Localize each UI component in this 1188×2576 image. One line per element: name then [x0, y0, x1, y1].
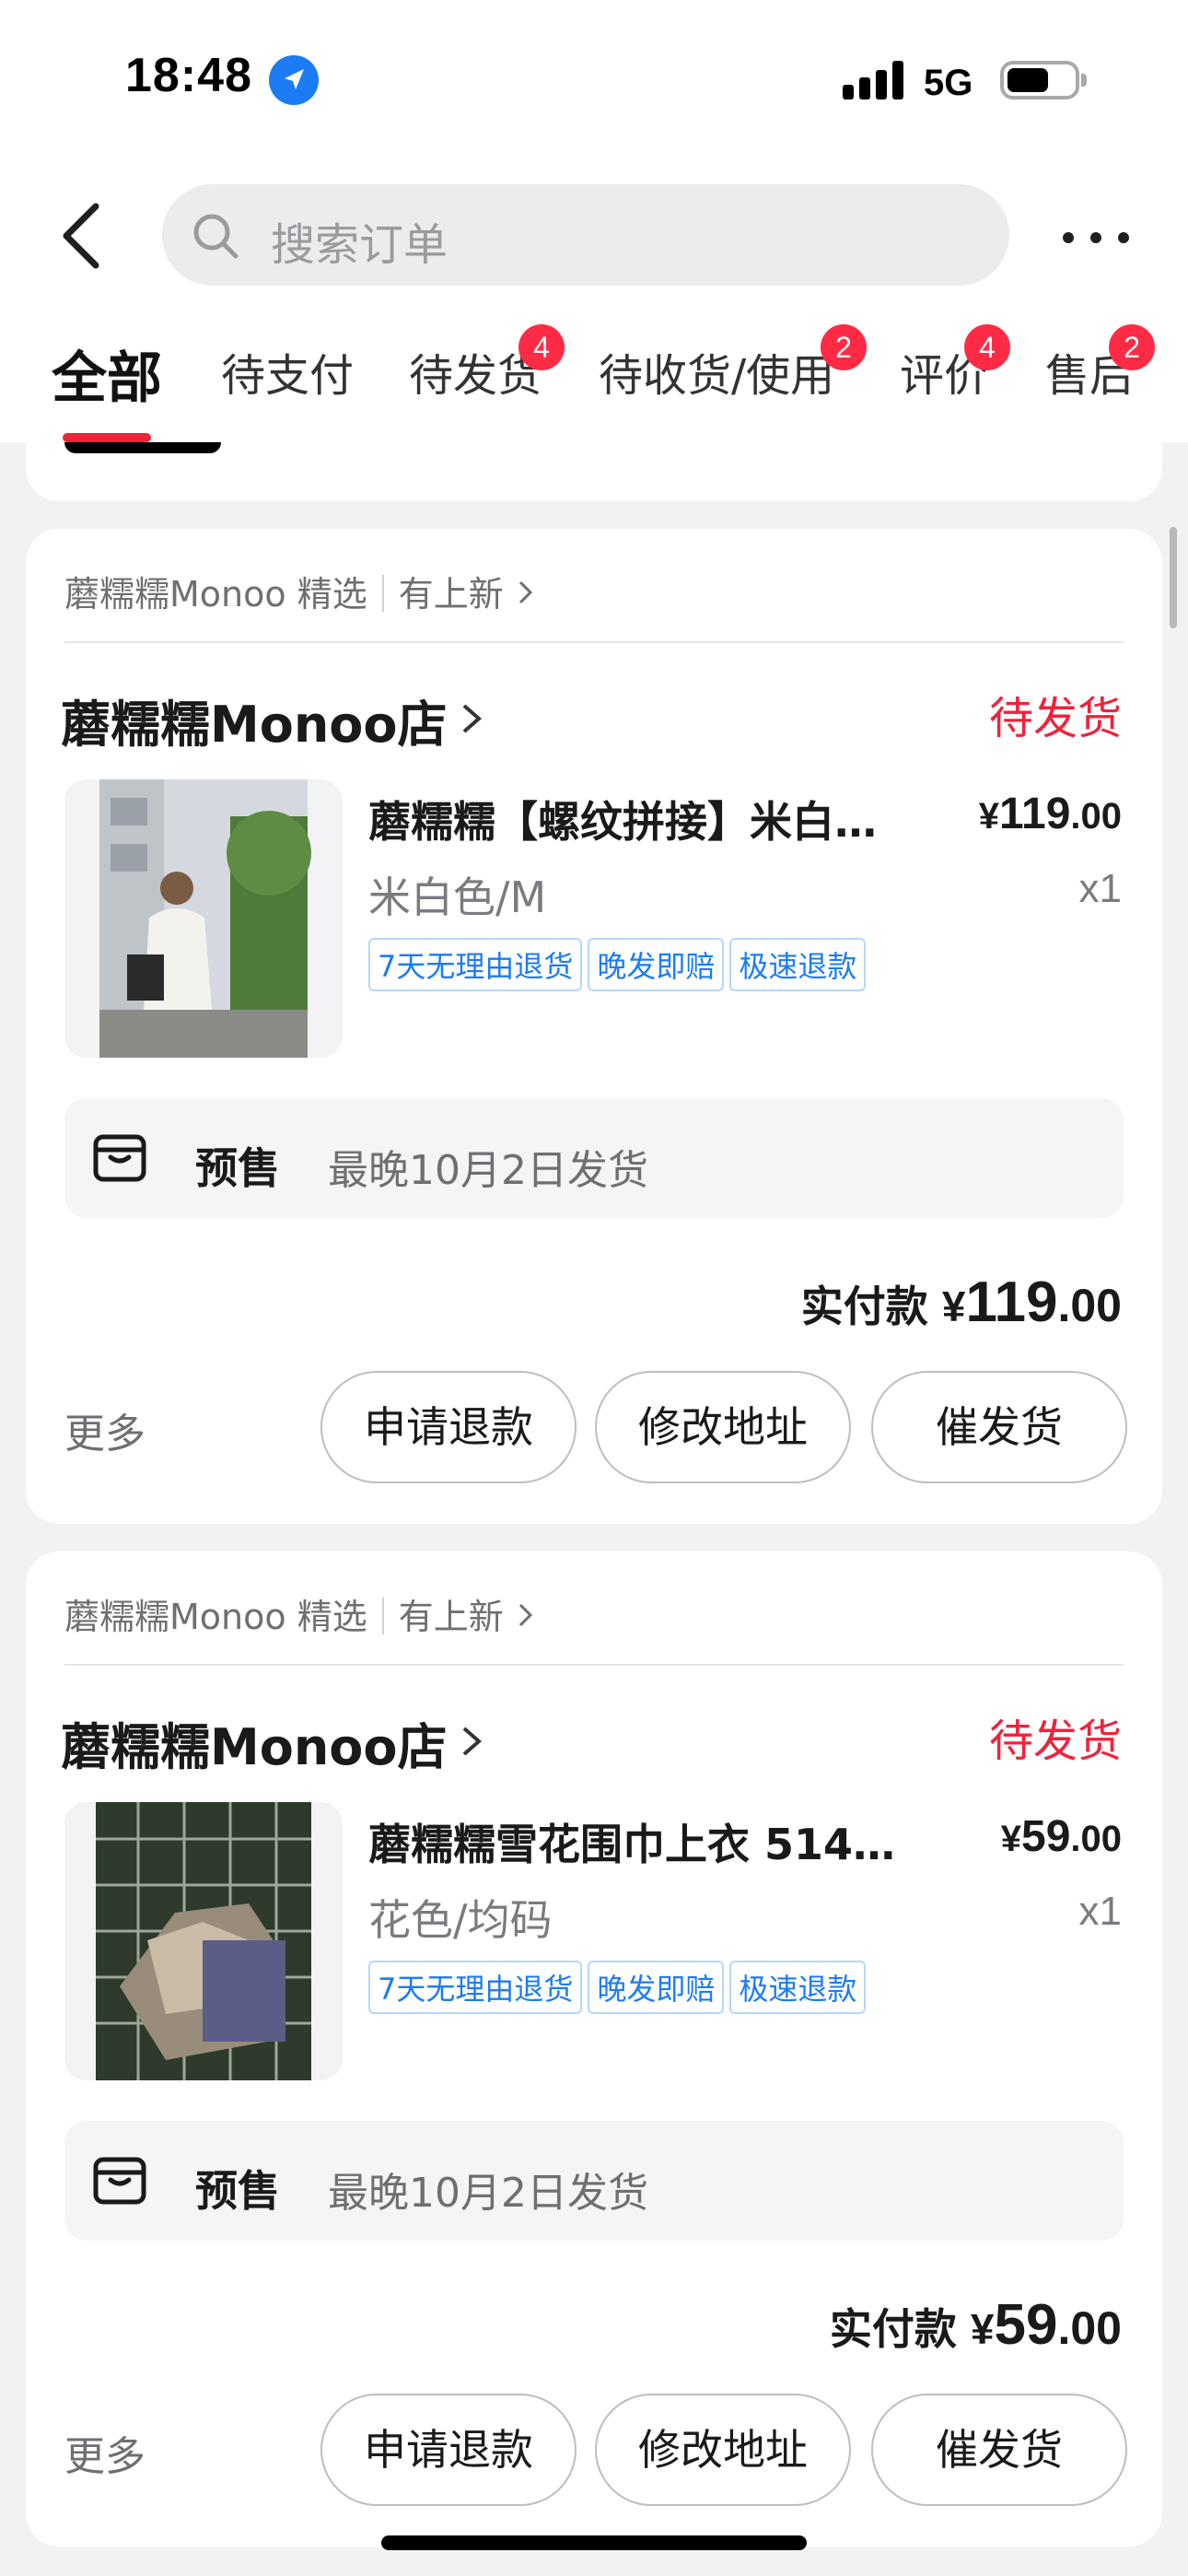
paid-amount: ¥119.00	[942, 1270, 1122, 1334]
price-currency: ¥	[1000, 1819, 1021, 1859]
tab-badge-review: 4	[964, 324, 1010, 370]
product-price: ¥59.00	[1001, 1811, 1122, 1862]
request-refund-button[interactable]: 申请退款	[320, 2394, 577, 2506]
location-arrow-icon	[269, 55, 319, 105]
more-actions-link[interactable]: 更多	[64, 1400, 146, 1459]
request-refund-button[interactable]: 申请退款	[320, 1371, 577, 1483]
service-tag: 晚发即赔	[588, 938, 725, 991]
presale-info-box: 预售 最晚10月2日发货	[64, 2121, 1124, 2241]
service-tags: 7天无理由退货 晚发即赔 极速退款	[368, 938, 871, 991]
search-icon	[190, 210, 241, 262]
store-tags-row[interactable]: 蘑糯糯Monoo 精选 有上新	[64, 1588, 542, 1639]
paid-label: 实付款	[829, 2304, 957, 2354]
product-thumbnail[interactable]	[64, 779, 343, 1058]
search-placeholder: 搜索订单	[271, 219, 448, 271]
back-chevron-icon[interactable]	[55, 201, 111, 271]
product-quantity: x1	[1078, 1889, 1122, 1934]
more-options-icon[interactable]	[1063, 217, 1136, 254]
service-tag: 7天无理由退货	[368, 938, 583, 991]
service-tag: 极速退款	[729, 1961, 867, 2014]
presale-ship-date: 最晚10月2日发货	[328, 2170, 648, 2217]
paid-decimal: .00	[1057, 2302, 1122, 2354]
price-integer: 59	[1021, 1812, 1071, 1861]
tab-badge-pending-receipt: 2	[821, 324, 867, 370]
shop-name[interactable]: 蘑糯糯Monoo店	[61, 1706, 447, 1779]
price-integer: 119	[998, 790, 1071, 838]
urge-shipment-button[interactable]: 催发货	[871, 2394, 1127, 2506]
paid-total: 实付款 ¥59.00	[830, 2292, 1122, 2358]
product-thumbnail[interactable]	[64, 1802, 343, 2080]
chevron-right-icon	[515, 1597, 542, 1637]
header: 18:48 5G 搜索订单 全部 待支付 待发货 4 待收货/使用 2 评价 4…	[0, 0, 1188, 442]
package-box-icon	[92, 2156, 147, 2206]
service-tag: 7天无理由退货	[368, 1961, 583, 2014]
scrollbar[interactable]	[1170, 527, 1177, 628]
product-spec: 花色/均码	[368, 1895, 553, 1945]
price-decimal: .00	[1070, 796, 1122, 837]
product-quantity: x1	[1078, 866, 1122, 911]
product-price: ¥119.00	[979, 789, 1122, 839]
order-status: 待发货	[988, 1715, 1122, 1767]
presale-label: 预售	[195, 2166, 280, 2216]
paid-total: 实付款 ¥119.00	[801, 1270, 1122, 1335]
store-tag: 蘑糯糯Monoo 精选	[64, 1597, 367, 1637]
tab-badge-pending-shipment: 4	[518, 324, 565, 370]
divider	[64, 641, 1124, 643]
tab-pending-receipt[interactable]: 待收货/使用	[599, 339, 834, 404]
network-type: 5G	[924, 63, 973, 103]
status-time: 18:48	[125, 49, 252, 102]
store-tag: 蘑糯糯Monoo 精选	[64, 574, 367, 615]
order-card[interactable]: 蘑糯糯Monoo 精选 有上新 蘑糯糯Monoo店 待发货 蘑糯糯【螺纹拼接】米白…	[26, 529, 1162, 1524]
price-decimal: .00	[1070, 1819, 1122, 1859]
paid-integer: 119	[965, 1270, 1058, 1334]
service-tag: 极速退款	[729, 938, 867, 991]
urge-shipment-button[interactable]: 催发货	[871, 1371, 1127, 1483]
chevron-right-icon	[455, 693, 488, 744]
search-input[interactable]: 搜索订单	[162, 184, 1009, 286]
presale-label: 预售	[195, 1143, 280, 1193]
store-new-arrivals[interactable]: 有上新	[399, 574, 504, 615]
tab-all[interactable]: 全部	[52, 334, 162, 414]
store-tags-row[interactable]: 蘑糯糯Monoo 精选 有上新	[64, 566, 542, 616]
chevron-right-icon	[455, 1715, 488, 1767]
home-indicator[interactable]	[381, 2535, 807, 2550]
price-currency: ¥	[978, 796, 999, 837]
divider	[64, 1664, 1124, 1666]
tab-badge-after-sales: 2	[1109, 324, 1155, 370]
paid-label: 实付款	[800, 1282, 928, 1331]
store-new-arrivals[interactable]: 有上新	[399, 1597, 504, 1637]
service-tags: 7天无理由退货 晚发即赔 极速退款	[368, 1961, 871, 2014]
paid-currency: ¥	[970, 2305, 995, 2353]
tab-pending-payment[interactable]: 待支付	[221, 339, 354, 404]
paid-decimal: .00	[1057, 1280, 1122, 1331]
chevron-right-icon	[515, 574, 542, 615]
modify-address-button[interactable]: 修改地址	[595, 1371, 851, 1483]
product-spec: 米白色/M	[368, 872, 547, 922]
shop-name[interactable]: 蘑糯糯Monoo店	[61, 684, 447, 756]
modify-address-button[interactable]: 修改地址	[595, 2394, 851, 2506]
tab-active-indicator	[63, 433, 151, 442]
package-box-icon	[92, 1133, 147, 1183]
paid-currency: ¥	[941, 1282, 966, 1330]
service-tag: 晚发即赔	[588, 1961, 725, 2014]
product-title[interactable]: 蘑糯糯雪花围巾上衣 5143…	[368, 1811, 921, 1872]
presale-ship-date: 最晚10月2日发货	[328, 1147, 648, 1194]
more-actions-link[interactable]: 更多	[64, 2423, 146, 2482]
presale-info-box: 预售 最晚10月2日发货	[64, 1098, 1124, 1218]
order-status: 待发货	[988, 693, 1122, 744]
paid-integer: 59	[994, 2293, 1058, 2357]
battery-icon	[1000, 61, 1087, 100]
paid-amount: ¥59.00	[971, 2293, 1122, 2357]
order-card[interactable]: 蘑糯糯Monoo 精选 有上新 蘑糯糯Monoo店 待发货 蘑糯糯雪花围巾上衣 5…	[26, 1551, 1162, 2547]
cellular-signal-icon	[843, 61, 903, 100]
product-title[interactable]: 蘑糯糯【螺纹拼接】米白…	[368, 789, 921, 849]
